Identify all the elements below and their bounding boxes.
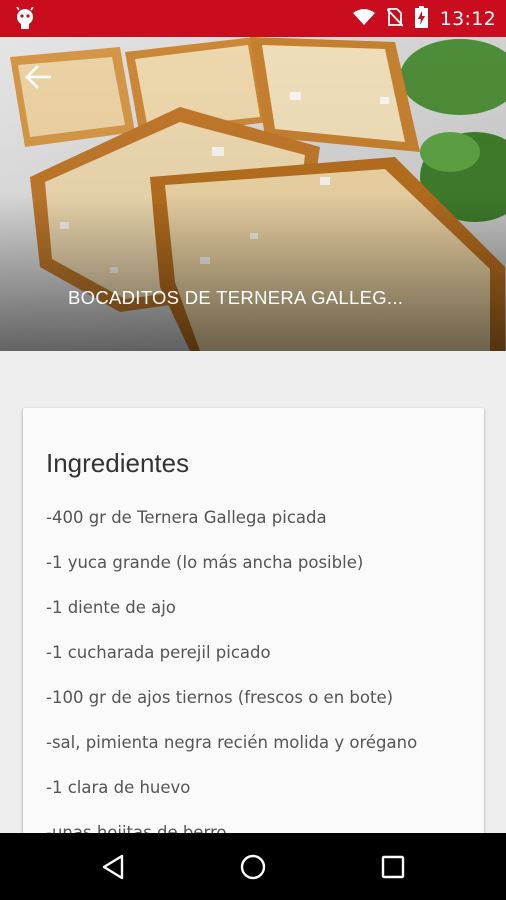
list-item: -1 clara de huevo — [46, 778, 191, 797]
navigation-bar — [0, 833, 506, 900]
wifi-icon — [352, 8, 375, 30]
back-arrow-icon[interactable] — [18, 57, 58, 97]
ingredients-card: Ingredientes -400 gr de Ternera Gallega … — [23, 408, 484, 868]
recipe-header-image: BOCADITOS DE TERNERA GALLEG... — [0, 37, 506, 351]
battery-charging-icon — [414, 5, 428, 32]
recipe-title: BOCADITOS DE TERNERA GALLEG... — [68, 287, 404, 308]
list-item: -sal, pimienta negra recién molida y oré… — [46, 733, 418, 752]
list-item: -100 gr de ajos tiernos (frescos o en bo… — [46, 688, 394, 707]
android-debug-icon — [14, 6, 36, 31]
no-sim-icon — [386, 7, 404, 31]
list-item: -1 yuca grande (lo más ancha posible) — [46, 553, 364, 572]
recents-square-icon[interactable] — [377, 851, 409, 883]
status-bar: 13:12 — [0, 0, 506, 37]
ingredients-list: -400 gr de Ternera Gallega picada -1 yuc… — [46, 508, 417, 868]
ingredients-heading: Ingredientes — [46, 448, 190, 478]
list-item: -400 gr de Ternera Gallega picada — [46, 508, 327, 527]
back-triangle-icon[interactable] — [97, 851, 129, 883]
list-item: -1 cucharada perejil picado — [46, 643, 271, 662]
list-item: -1 diente de ajo — [46, 598, 176, 617]
clock: 13:12 — [439, 7, 496, 30]
home-circle-icon[interactable] — [237, 851, 269, 883]
